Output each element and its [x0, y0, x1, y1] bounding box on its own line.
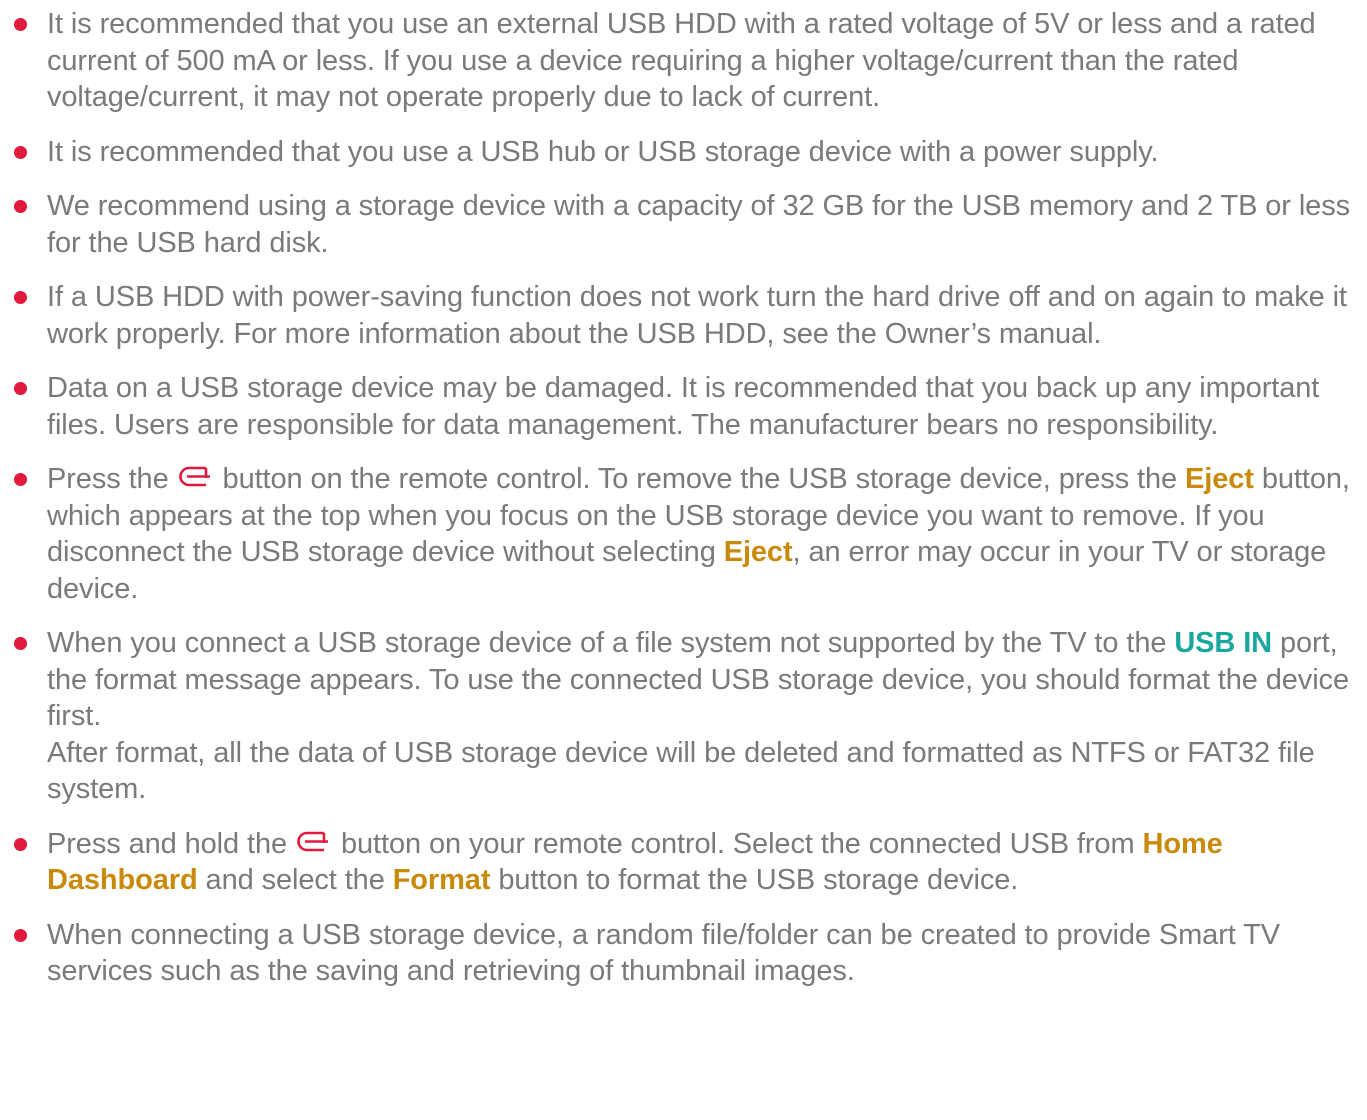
usb-in-keyword: USB IN — [1174, 627, 1273, 659]
bullet-icon — [14, 637, 27, 650]
list-item: We recommend using a storage device with… — [0, 188, 1367, 261]
list-item: It is recommended that you use a USB hub… — [0, 134, 1367, 171]
bullet-icon — [14, 837, 27, 851]
bullet-icon — [14, 200, 27, 213]
note-text: If a USB HDD with power-saving function … — [47, 281, 1347, 350]
note-text-part: button on your remote control. Select th… — [340, 827, 1135, 860]
home-icon — [178, 465, 213, 491]
list-item: Press the button on the remote control. … — [0, 461, 1367, 607]
list-item: When connecting a USB storage device, a … — [0, 917, 1367, 990]
note-text-part: and select the — [205, 864, 385, 896]
list-item: It is recommended that you use an extern… — [0, 6, 1367, 116]
eject-keyword: Eject — [1185, 463, 1254, 495]
bullet-icon — [14, 18, 27, 31]
format-keyword: Format — [392, 864, 491, 896]
note-text-paragraph: After format, all the data of USB storag… — [47, 736, 1315, 806]
note-text-part: When you connect a USB storage device of… — [47, 627, 1167, 659]
eject-keyword: Eject — [723, 536, 793, 568]
note-text: It is recommended that you use a USB hub… — [47, 135, 1159, 168]
bullet-icon — [14, 291, 27, 304]
note-text: We recommend using a storage device with… — [47, 190, 1350, 259]
bullet-icon — [14, 145, 27, 159]
list-item: When you connect a USB storage device of… — [0, 625, 1367, 808]
bullet-icon — [14, 473, 27, 486]
list-item: If a USB HDD with power-saving function … — [0, 279, 1367, 352]
note-text-part: button to format the USB storage device. — [498, 864, 1019, 896]
list-item: Data on a USB storage device may be dama… — [0, 370, 1367, 443]
bullet-icon — [14, 928, 27, 942]
note-text-part: button on the remote control. To remove … — [222, 463, 1178, 495]
bullet-icon — [14, 382, 27, 395]
list-item: Press and hold the button on your remote… — [0, 826, 1367, 899]
home-icon — [297, 830, 331, 856]
manual-page: It is recommended that you use an extern… — [0, 0, 1367, 1120]
notes-list: It is recommended that you use an extern… — [0, 6, 1367, 1008]
note-text-part: Press the — [47, 463, 169, 495]
note-text: It is recommended that you use an extern… — [47, 8, 1316, 113]
note-text-part: Press and hold the — [47, 827, 288, 860]
note-text: When connecting a USB storage device, a … — [47, 918, 1280, 988]
note-text: Data on a USB storage device may be dama… — [47, 372, 1320, 441]
